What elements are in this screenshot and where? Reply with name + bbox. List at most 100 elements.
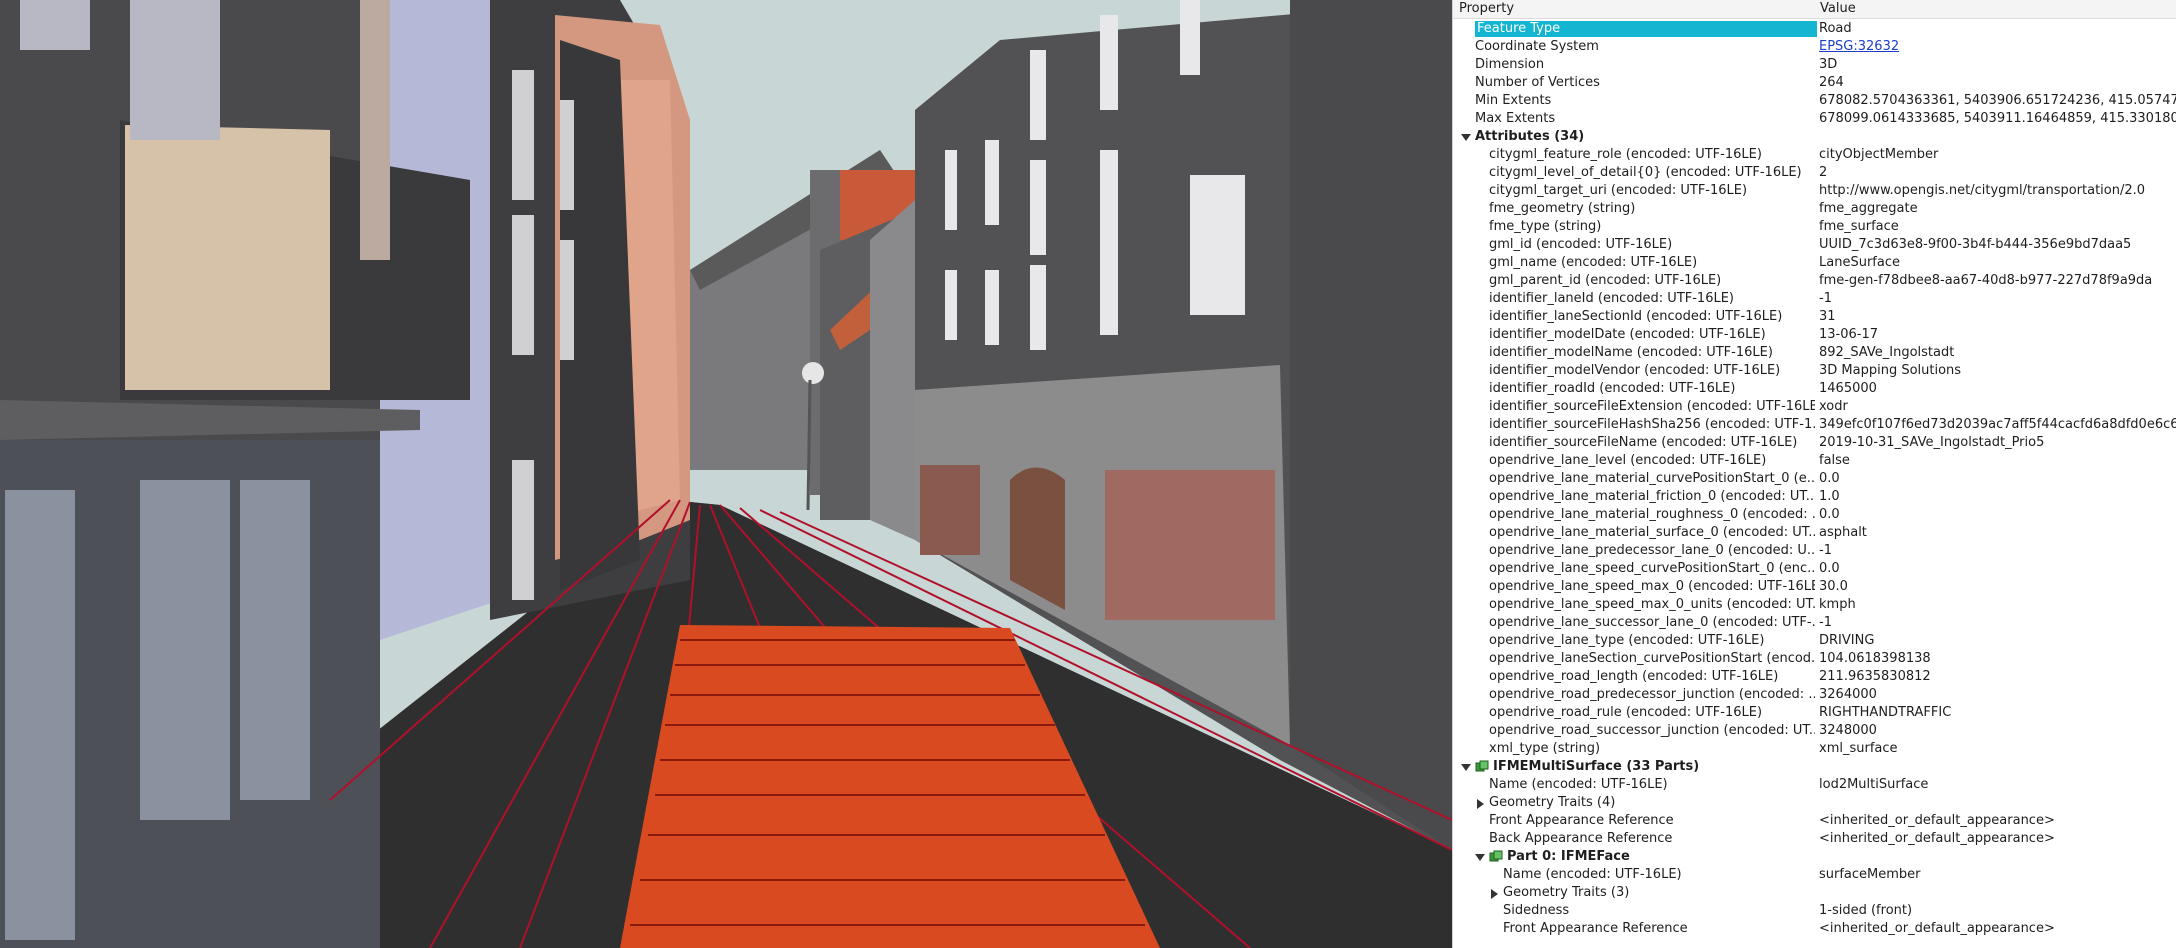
property-value: 264 xyxy=(1819,75,1844,90)
property-row[interactable]: opendrive_lane_speed_max_0 (encoded: UTF… xyxy=(1453,578,2176,596)
expanded-arrow-icon[interactable] xyxy=(1475,854,1485,861)
property-row[interactable]: identifier_laneId (encoded: UTF-16LE) -1 xyxy=(1453,290,2176,308)
property-name: IFMEMultiSurface (33 Parts) xyxy=(1493,759,1700,774)
property-row[interactable]: opendrive_lane_material_surface_0 (encod… xyxy=(1453,524,2176,542)
property-name: Max Extents xyxy=(1475,111,1556,126)
property-row[interactable]: identifier_sourceFileExtension (encoded:… xyxy=(1453,398,2176,416)
property-row[interactable]: Name (encoded: UTF-16LE) lod2MultiSurface xyxy=(1453,776,2176,794)
property-value: <inherited_or_default_appearance> xyxy=(1819,813,2055,828)
property-name: Name (encoded: UTF-16LE) xyxy=(1503,867,1682,882)
property-name: identifier_sourceFileHashSha256 (encoded… xyxy=(1489,417,1815,432)
property-row[interactable]: identifier_modelVendor (encoded: UTF-16L… xyxy=(1453,362,2176,380)
property-name: Front Appearance Reference xyxy=(1503,921,1688,936)
property-row[interactable]: identifier_modelName (encoded: UTF-16LE)… xyxy=(1453,344,2176,362)
property-name: Min Extents xyxy=(1475,93,1552,108)
property-name: Dimension xyxy=(1475,57,1545,72)
property-row[interactable]: citygml_feature_role (encoded: UTF-16LE)… xyxy=(1453,146,2176,164)
property-row[interactable]: xml_type (string) xml_surface xyxy=(1453,740,2176,758)
property-row[interactable]: citygml_level_of_detail{0} (encoded: UTF… xyxy=(1453,164,2176,182)
property-row[interactable]: Max Extents 678099.0614333685, 5403911.16… xyxy=(1453,110,2176,128)
property-name: opendrive_lane_material_roughness_0 (enc… xyxy=(1489,507,1815,522)
property-row[interactable]: Dimension 3D xyxy=(1453,56,2176,74)
property-row[interactable]: Min Extents 678082.5704363361, 5403906.65… xyxy=(1453,92,2176,110)
property-row[interactable]: Coordinate System EPSG:32632 xyxy=(1453,38,2176,56)
expanded-arrow-icon[interactable] xyxy=(1461,134,1471,141)
property-row[interactable]: opendrive_lane_speed_max_0_units (encode… xyxy=(1453,596,2176,614)
property-name: citygml_level_of_detail{0} (encoded: UTF… xyxy=(1489,165,1802,180)
property-row[interactable]: fme_geometry (string) fme_aggregate xyxy=(1453,200,2176,218)
property-value: surfaceMember xyxy=(1819,867,1921,882)
property-row[interactable]: Front Appearance Reference <inherited_or_… xyxy=(1453,920,2176,938)
property-row[interactable]: identifier_sourceFileHashSha256 (encoded… xyxy=(1453,416,2176,434)
tree-group-row[interactable]: Attributes (34) xyxy=(1453,128,2176,146)
property-value: http://www.opengis.net/citygml/transport… xyxy=(1819,183,2146,198)
property-name: Front Appearance Reference xyxy=(1489,813,1674,828)
property-row[interactable]: opendrive_road_successor_junction (encod… xyxy=(1453,722,2176,740)
property-row[interactable]: opendrive_lane_speed_curvePositionStart_… xyxy=(1453,560,2176,578)
property-value: RIGHTHANDTRAFFIC xyxy=(1819,705,1952,720)
property-value: 3264000 xyxy=(1819,687,1877,702)
property-row[interactable]: identifier_modelDate (encoded: UTF-16LE)… xyxy=(1453,326,2176,344)
property-row[interactable]: opendrive_road_rule (encoded: UTF-16LE) R… xyxy=(1453,704,2176,722)
property-row[interactable]: opendrive_lane_predecessor_lane_0 (encod… xyxy=(1453,542,2176,560)
collapsed-arrow-icon[interactable] xyxy=(1491,889,1498,899)
property-value: 0.0 xyxy=(1819,507,1840,522)
property-row[interactable]: identifier_roadId (encoded: UTF-16LE) 146… xyxy=(1453,380,2176,398)
property-name: Coordinate System xyxy=(1475,39,1599,54)
property-name: identifier_laneSectionId (encoded: UTF-1… xyxy=(1489,309,1783,324)
tree-group-row[interactable]: Geometry Traits (3) xyxy=(1453,884,2176,902)
property-value: <inherited_or_default_appearance> xyxy=(1819,921,2055,936)
property-row[interactable]: Back Appearance Reference <inherited_or_d… xyxy=(1453,830,2176,848)
column-header-value[interactable]: Value xyxy=(1820,1,1856,16)
property-value: 0.0 xyxy=(1819,561,1840,576)
property-row[interactable]: fme_type (string) fme_surface xyxy=(1453,218,2176,236)
property-row[interactable]: gml_id (encoded: UTF-16LE) UUID_7c3d63e8-… xyxy=(1453,236,2176,254)
property-row[interactable]: opendrive_lane_successor_lane_0 (encoded… xyxy=(1453,614,2176,632)
property-row[interactable]: Feature Type Road xyxy=(1453,20,2176,38)
tree-group-row[interactable]: IFMEMultiSurface (33 Parts) xyxy=(1453,758,2176,776)
property-value: 104.0618398138 xyxy=(1819,651,1931,666)
property-name: Geometry Traits (3) xyxy=(1503,885,1630,900)
property-row[interactable]: opendrive_road_length (encoded: UTF-16LE… xyxy=(1453,668,2176,686)
property-row[interactable]: Front Appearance Reference <inherited_or_… xyxy=(1453,812,2176,830)
property-name: identifier_roadId (encoded: UTF-16LE) xyxy=(1489,381,1736,396)
property-value: cityObjectMember xyxy=(1819,147,1939,162)
property-row[interactable]: gml_parent_id (encoded: UTF-16LE) fme-gen… xyxy=(1453,272,2176,290)
property-row[interactable]: Name (encoded: UTF-16LE) surfaceMember xyxy=(1453,866,2176,884)
property-name: opendrive_lane_predecessor_lane_0 (encod… xyxy=(1489,543,1815,558)
property-name: opendrive_lane_level (encoded: UTF-16LE) xyxy=(1489,453,1767,468)
collapsed-arrow-icon[interactable] xyxy=(1477,799,1484,809)
property-row[interactable]: opendrive_lane_material_friction_0 (enco… xyxy=(1453,488,2176,506)
tree-group-row[interactable]: Part 0: IFMEFace xyxy=(1453,848,2176,866)
property-row[interactable]: Number of Vertices 264 xyxy=(1453,74,2176,92)
property-name: opendrive_road_rule (encoded: UTF-16LE) xyxy=(1489,705,1763,720)
property-name: opendrive_lane_speed_curvePositionStart_… xyxy=(1489,561,1815,576)
property-row[interactable]: opendrive_lane_type (encoded: UTF-16LE) D… xyxy=(1453,632,2176,650)
property-row[interactable]: gml_name (encoded: UTF-16LE) LaneSurface xyxy=(1453,254,2176,272)
property-row[interactable]: opendrive_lane_level (encoded: UTF-16LE)… xyxy=(1453,452,2176,470)
property-value: LaneSurface xyxy=(1819,255,1900,270)
property-name: opendrive_lane_speed_max_0_units (encode… xyxy=(1489,597,1815,612)
property-name: Name (encoded: UTF-16LE) xyxy=(1489,777,1668,792)
property-row[interactable]: opendrive_lane_material_roughness_0 (enc… xyxy=(1453,506,2176,524)
property-value: Road xyxy=(1819,21,1852,36)
property-row[interactable]: identifier_sourceFileName (encoded: UTF-… xyxy=(1453,434,2176,452)
property-row[interactable]: opendrive_lane_material_curvePositionSta… xyxy=(1453,470,2176,488)
property-value: false xyxy=(1819,453,1850,468)
tree-group-row[interactable]: Geometry Traits (4) xyxy=(1453,794,2176,812)
property-value: 349efc0f107f6ed73d2039ac7aff5f44cacfd6a8… xyxy=(1819,417,2176,432)
property-row[interactable]: citygml_target_uri (encoded: UTF-16LE) ht… xyxy=(1453,182,2176,200)
3d-viewport[interactable] xyxy=(0,0,1452,948)
property-name: opendrive_road_successor_junction (encod… xyxy=(1489,723,1815,738)
property-value: 0.0 xyxy=(1819,471,1840,486)
property-row[interactable]: opendrive_laneSection_curvePositionStart… xyxy=(1453,650,2176,668)
property-name: Geometry Traits (4) xyxy=(1489,795,1616,810)
expanded-arrow-icon[interactable] xyxy=(1461,764,1471,771)
property-row[interactable]: identifier_laneSectionId (encoded: UTF-1… xyxy=(1453,308,2176,326)
column-header-property[interactable]: Property xyxy=(1459,1,1514,16)
coordinate-system-link[interactable]: EPSG:32632 xyxy=(1819,39,2176,55)
multisurface-icon xyxy=(1475,760,1489,773)
property-row[interactable]: Sidedness 1-sided (front) xyxy=(1453,902,2176,920)
property-name: gml_parent_id (encoded: UTF-16LE) xyxy=(1489,273,1722,288)
property-row[interactable]: opendrive_road_predecessor_junction (enc… xyxy=(1453,686,2176,704)
